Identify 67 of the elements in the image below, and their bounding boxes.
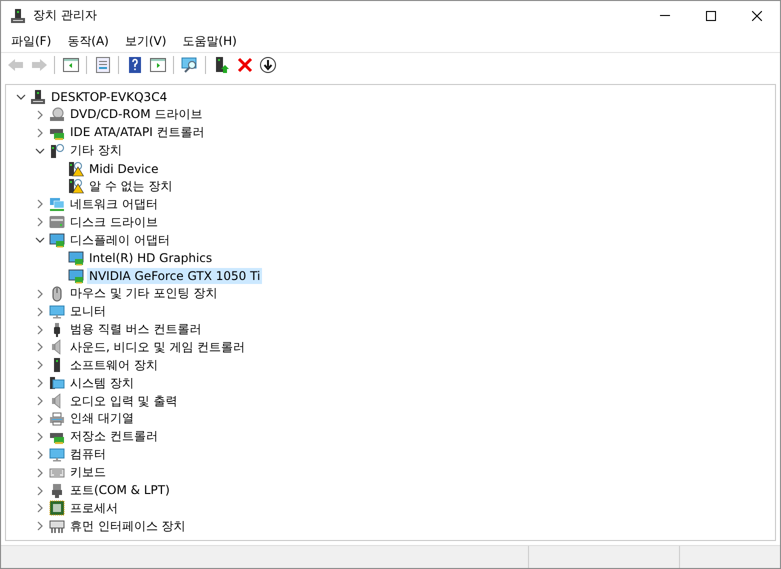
tree-item[interactable]: 소프트웨어 장치 bbox=[68, 356, 160, 375]
processor-chip-icon bbox=[49, 500, 65, 516]
tree-item[interactable]: Midi Device bbox=[87, 160, 160, 176]
tree-item[interactable]: 사운드, 비디오 및 게임 컨트롤러 bbox=[68, 338, 248, 357]
menu-item[interactable]: 동작(A) bbox=[59, 30, 117, 52]
expand-chevron-icon[interactable] bbox=[35, 468, 45, 478]
expand-chevron-icon[interactable] bbox=[35, 432, 45, 442]
computer-icon bbox=[30, 88, 46, 105]
tree-item[interactable]: 프로세서 bbox=[68, 498, 120, 518]
tree-item[interactable]: 포트(COM & LPT) bbox=[68, 481, 172, 500]
menu-item[interactable]: 파일(F) bbox=[3, 30, 60, 52]
display-card-icon bbox=[49, 232, 65, 248]
printer-icon bbox=[49, 410, 65, 427]
close-icon[interactable] bbox=[752, 10, 762, 20]
expand-chevron-icon[interactable] bbox=[35, 360, 45, 370]
collapse-chevron-icon[interactable] bbox=[16, 92, 26, 102]
menu-item[interactable]: 도움말(H) bbox=[174, 30, 245, 52]
tree-item[interactable]: 시스템 장치 bbox=[68, 374, 136, 393]
expand-chevron-icon[interactable] bbox=[35, 486, 45, 496]
tree-item[interactable]: 저장소 컨트롤러 bbox=[68, 427, 160, 446]
collapse-chevron-icon[interactable] bbox=[35, 235, 45, 246]
tree-item[interactable]: 알 수 없는 장치 bbox=[87, 176, 174, 196]
tree-item[interactable]: NVIDIA GeForce GTX 1050 Ti bbox=[87, 268, 262, 284]
tree-item[interactable]: DESKTOP-EVKQ3C4 bbox=[49, 88, 170, 105]
tree-item[interactable]: 마우스 및 기타 포인팅 장치 bbox=[68, 284, 220, 304]
tree-item[interactable]: 기타 장치 bbox=[68, 141, 124, 160]
expand-chevron-icon[interactable] bbox=[35, 378, 45, 388]
expand-chevron-icon[interactable] bbox=[35, 503, 45, 514]
tree-item[interactable]: 컴퓨터 bbox=[68, 445, 108, 464]
computer-icon bbox=[10, 8, 26, 24]
expand-chevron-icon[interactable] bbox=[35, 521, 45, 532]
expand-chevron-icon[interactable] bbox=[35, 110, 45, 120]
tree-item[interactable]: 휴먼 인터페이스 장치 bbox=[68, 516, 188, 536]
menu-item[interactable]: 보기(V) bbox=[116, 30, 174, 52]
expand-chevron-icon[interactable] bbox=[35, 450, 45, 460]
port-connector-icon bbox=[49, 482, 65, 499]
expand-chevron-icon[interactable] bbox=[35, 324, 45, 335]
expand-chevron-icon[interactable] bbox=[35, 199, 45, 210]
tree-item[interactable]: IDE ATA/ATAPI 컨트롤러 bbox=[68, 123, 207, 142]
expand-chevron-icon[interactable] bbox=[35, 414, 45, 424]
maximize-icon[interactable] bbox=[706, 10, 716, 20]
disc-drive-icon bbox=[49, 106, 65, 123]
window-title: 장치 관리자 bbox=[33, 7, 97, 24]
tree-item[interactable]: Intel(R) HD Graphics bbox=[87, 250, 214, 266]
monitor-icon bbox=[49, 304, 65, 320]
tree-item[interactable]: DVD/CD-ROM 드라이브 bbox=[68, 105, 204, 124]
expand-chevron-icon[interactable] bbox=[35, 217, 45, 228]
tree-item[interactable]: 네트워크 어댑터 bbox=[68, 194, 160, 214]
unknown-device-icon bbox=[49, 142, 65, 159]
tree-item[interactable]: 오디오 입력 및 출력 bbox=[68, 392, 180, 411]
expand-chevron-icon[interactable] bbox=[35, 128, 45, 138]
tree-item[interactable]: 디스크 드라이브 bbox=[68, 212, 160, 232]
tree-item[interactable]: 범용 직렬 버스 컨트롤러 bbox=[68, 320, 204, 340]
tree-item[interactable]: 키보드 bbox=[68, 463, 108, 482]
monitor-icon bbox=[49, 446, 65, 463]
expand-chevron-icon[interactable] bbox=[35, 306, 45, 317]
expand-chevron-icon[interactable] bbox=[35, 342, 45, 352]
tree-item[interactable]: 인쇄 대기열 bbox=[68, 409, 136, 428]
expand-chevron-icon[interactable] bbox=[35, 288, 45, 299]
network-computers-icon bbox=[49, 196, 65, 212]
collapse-chevron-icon[interactable] bbox=[35, 146, 45, 156]
keyboard-device-icon bbox=[49, 518, 65, 534]
system-icon bbox=[49, 375, 65, 392]
expand-chevron-icon[interactable] bbox=[35, 396, 45, 406]
tree-item[interactable]: 모니터 bbox=[68, 302, 108, 322]
disk-drive-icon bbox=[49, 214, 65, 230]
tree-item[interactable]: 디스플레이 어댑터 bbox=[68, 230, 172, 250]
